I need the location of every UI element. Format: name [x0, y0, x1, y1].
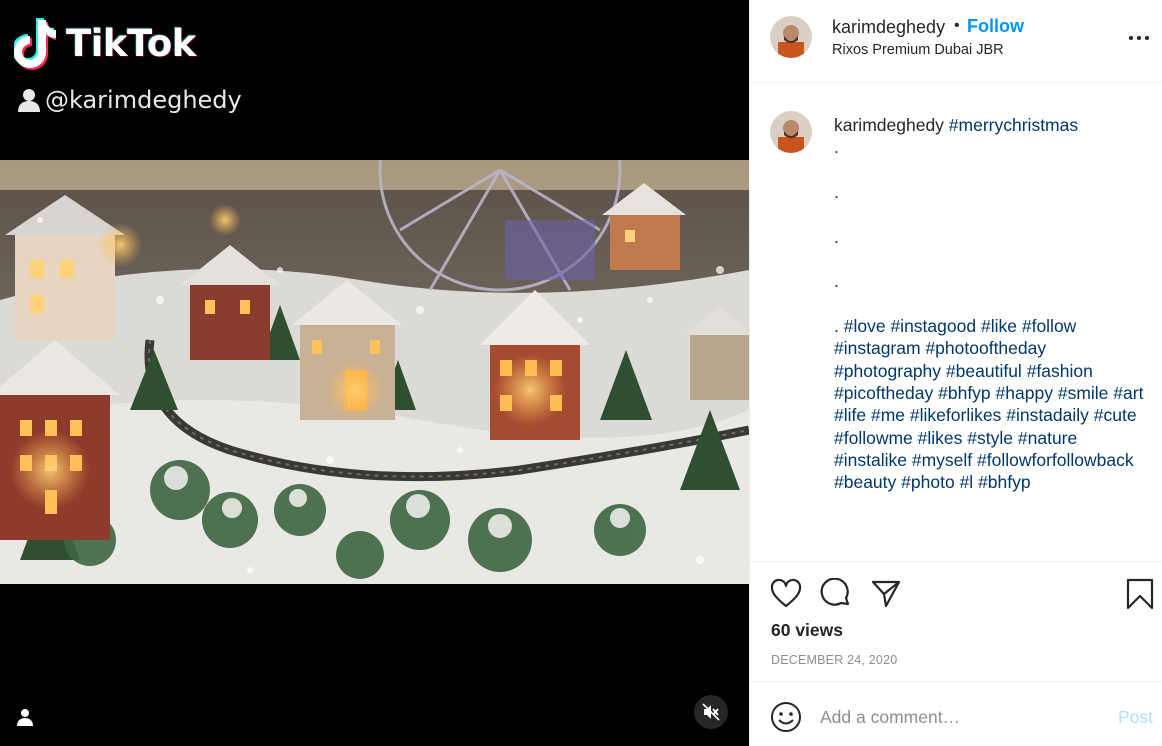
mute-icon	[702, 703, 720, 721]
hashtag-link[interactable]: #me	[871, 405, 905, 425]
heart-icon[interactable]	[770, 578, 802, 610]
avatar[interactable]	[770, 16, 812, 58]
emoji-icon[interactable]	[770, 701, 802, 733]
post-header: karimdeghedy • Follow Rixos Premium Duba…	[750, 0, 1162, 83]
share-icon[interactable]	[870, 578, 902, 610]
hashtag-link[interactable]: #bhfyp	[978, 472, 1031, 492]
hashtag-link[interactable]: #follow	[1022, 316, 1076, 336]
more-options-icon[interactable]	[1127, 30, 1151, 46]
view-count[interactable]: 60 views	[771, 620, 843, 641]
tiktok-handle: @karimdeghedy	[45, 86, 242, 114]
hashtag-link[interactable]: #fashion	[1027, 361, 1093, 381]
bookmark-icon[interactable]	[1124, 578, 1156, 610]
tiktok-wordmark: TikTok	[66, 21, 196, 65]
tiktok-logo-icon	[14, 18, 56, 70]
caption-avatar[interactable]	[770, 111, 812, 153]
hashtag-link[interactable]: #followme	[834, 428, 913, 448]
post-button[interactable]: Post	[1118, 707, 1153, 728]
caption-dot: .	[834, 271, 839, 292]
hashtag-link[interactable]: #nature	[1018, 428, 1077, 448]
hashtag-link[interactable]: #instagram	[834, 338, 921, 358]
hashtag-link[interactable]: #instadaily	[1006, 405, 1089, 425]
hashtag-link[interactable]: #bhfyp	[938, 383, 991, 403]
hashtag-link[interactable]: #l	[960, 472, 974, 492]
avatar-image	[770, 111, 812, 153]
hashtag-link[interactable]: #smile	[1058, 383, 1109, 403]
hashtag-link[interactable]: #beauty	[834, 472, 896, 492]
hashtag-link[interactable]: #picoftheday	[834, 383, 933, 403]
hashtag-link[interactable]: #beautiful	[946, 361, 1022, 381]
video-player[interactable]: TikTok @karimdeghedy	[0, 0, 749, 746]
hashtag-link[interactable]: #instalike	[834, 450, 907, 470]
separator-dot: •	[954, 17, 960, 34]
christmas-village-scene	[0, 160, 749, 584]
hashtag-link[interactable]: #likes	[918, 428, 963, 448]
hashtag-link[interactable]: #life	[834, 405, 866, 425]
caption-lead: .	[834, 316, 844, 337]
hashtag-link[interactable]: #happy	[996, 383, 1053, 403]
comment-icon[interactable]	[820, 578, 852, 610]
tiktok-handle-row: @karimdeghedy	[16, 86, 242, 114]
hashtag-link[interactable]: #love	[844, 316, 886, 336]
caption-dot: .	[834, 181, 839, 202]
hashtag-link[interactable]: #merrychristmas	[949, 115, 1078, 135]
hashtag-link[interactable]: #style	[967, 428, 1013, 448]
hashtag-link[interactable]: #instagood	[890, 316, 976, 336]
hashtag-link[interactable]: #likeforlikes	[910, 405, 1001, 425]
hashtag-link[interactable]: #photography	[834, 361, 941, 381]
hashtag-link[interactable]: #followforfollowback	[977, 450, 1134, 470]
video-frame	[0, 160, 749, 584]
hashtag-link[interactable]: #like	[981, 316, 1017, 336]
user-icon	[18, 89, 40, 112]
comment-bar: Post	[750, 681, 1162, 746]
caption-dot: .	[834, 226, 839, 247]
post-date[interactable]: DECEMBER 24, 2020	[771, 653, 897, 667]
mute-button[interactable]	[694, 695, 728, 729]
profile-icon[interactable]	[15, 707, 35, 727]
caption-username[interactable]: karimdeghedy	[834, 115, 944, 135]
caption-text: karimdeghedy #merrychristmas . . . . . #…	[834, 114, 1150, 493]
comment-input[interactable]	[820, 702, 1100, 732]
hashtag-link[interactable]: #photo	[901, 472, 955, 492]
avatar-image	[770, 16, 812, 58]
caption-dot: .	[834, 137, 839, 158]
post-side-panel: karimdeghedy • Follow Rixos Premium Duba…	[749, 0, 1162, 746]
tiktok-watermark: TikTok	[14, 16, 196, 70]
hashtag-list: . #love #instagood #like #follow #instag…	[834, 315, 1150, 493]
follow-button[interactable]: Follow	[967, 16, 1024, 37]
hashtag-link[interactable]: #myself	[912, 450, 972, 470]
hashtag-link[interactable]: #photooftheday	[925, 338, 1046, 358]
caption-area: karimdeghedy #merrychristmas . . . . . #…	[750, 84, 1162, 561]
post-actions: 60 views DECEMBER 24, 2020	[750, 561, 1162, 681]
hashtag-link[interactable]: #art	[1113, 383, 1143, 403]
header-username[interactable]: karimdeghedy	[832, 17, 945, 38]
hashtag-link[interactable]: #cute	[1094, 405, 1137, 425]
location-link[interactable]: Rixos Premium Dubai JBR	[832, 42, 1004, 58]
